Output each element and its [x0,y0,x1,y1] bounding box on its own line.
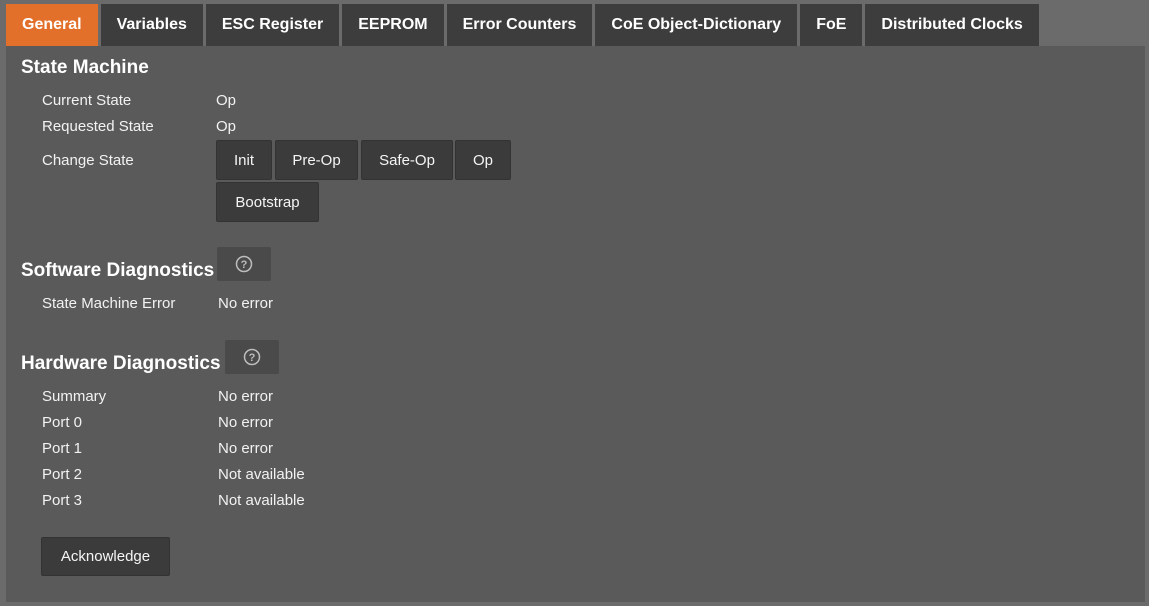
question-circle-icon: ? [235,255,253,273]
state-machine-error-value: No error [218,295,274,312]
tab-coe-object-dictionary[interactable]: CoE Object-Dictionary [595,4,798,46]
port-1-label: Port 1 [42,440,83,457]
hardware-diagnostics-title: Hardware Diagnostics [21,353,221,374]
port-0-value: No error [218,414,274,431]
tab-error-counters[interactable]: Error Counters [446,4,593,46]
op-button[interactable]: Op [455,140,511,180]
port-3-value: Not available [218,492,305,509]
state-machine-title: State Machine [21,57,149,78]
port-2-label: Port 2 [42,466,83,483]
safe-op-button[interactable]: Safe-Op [361,140,453,180]
requested-state-label: Requested State [42,118,154,135]
question-circle-icon: ? [243,348,261,366]
state-machine-error-label: State Machine Error [42,295,176,312]
acknowledge-button[interactable]: Acknowledge [41,537,170,576]
tab-general[interactable]: General [6,4,98,46]
port-2-value: Not available [218,466,305,483]
software-diagnostics-help-button[interactable]: ? [217,247,271,281]
hardware-diagnostics-help-button[interactable]: ? [225,340,279,374]
change-state-label: Change State [42,152,134,169]
current-state-value: Op [216,92,237,109]
port-0-label: Port 0 [42,414,83,431]
bootstrap-button[interactable]: Bootstrap [216,182,319,222]
general-panel: State Machine Current State Op Requested… [6,46,1145,602]
pre-op-button[interactable]: Pre-Op [275,140,358,180]
requested-state-value: Op [216,118,237,135]
current-state-label: Current State [42,92,132,109]
tab-esc-register[interactable]: ESC Register [205,4,340,46]
tab-variables[interactable]: Variables [100,4,203,46]
svg-text:?: ? [241,259,248,271]
port-1-value: No error [218,440,274,457]
port-3-label: Port 3 [42,492,83,509]
tab-distributed-clocks[interactable]: Distributed Clocks [865,4,1039,46]
summary-value: No error [218,388,274,405]
tab-foe[interactable]: FoE [800,4,863,46]
software-diagnostics-title: Software Diagnostics [21,260,215,281]
tab-eeprom[interactable]: EEPROM [342,4,444,46]
tab-bar: General Variables ESC Register EEPROM Er… [6,4,1039,46]
init-button[interactable]: Init [216,140,272,180]
summary-label: Summary [42,388,107,405]
svg-text:?: ? [249,352,256,364]
